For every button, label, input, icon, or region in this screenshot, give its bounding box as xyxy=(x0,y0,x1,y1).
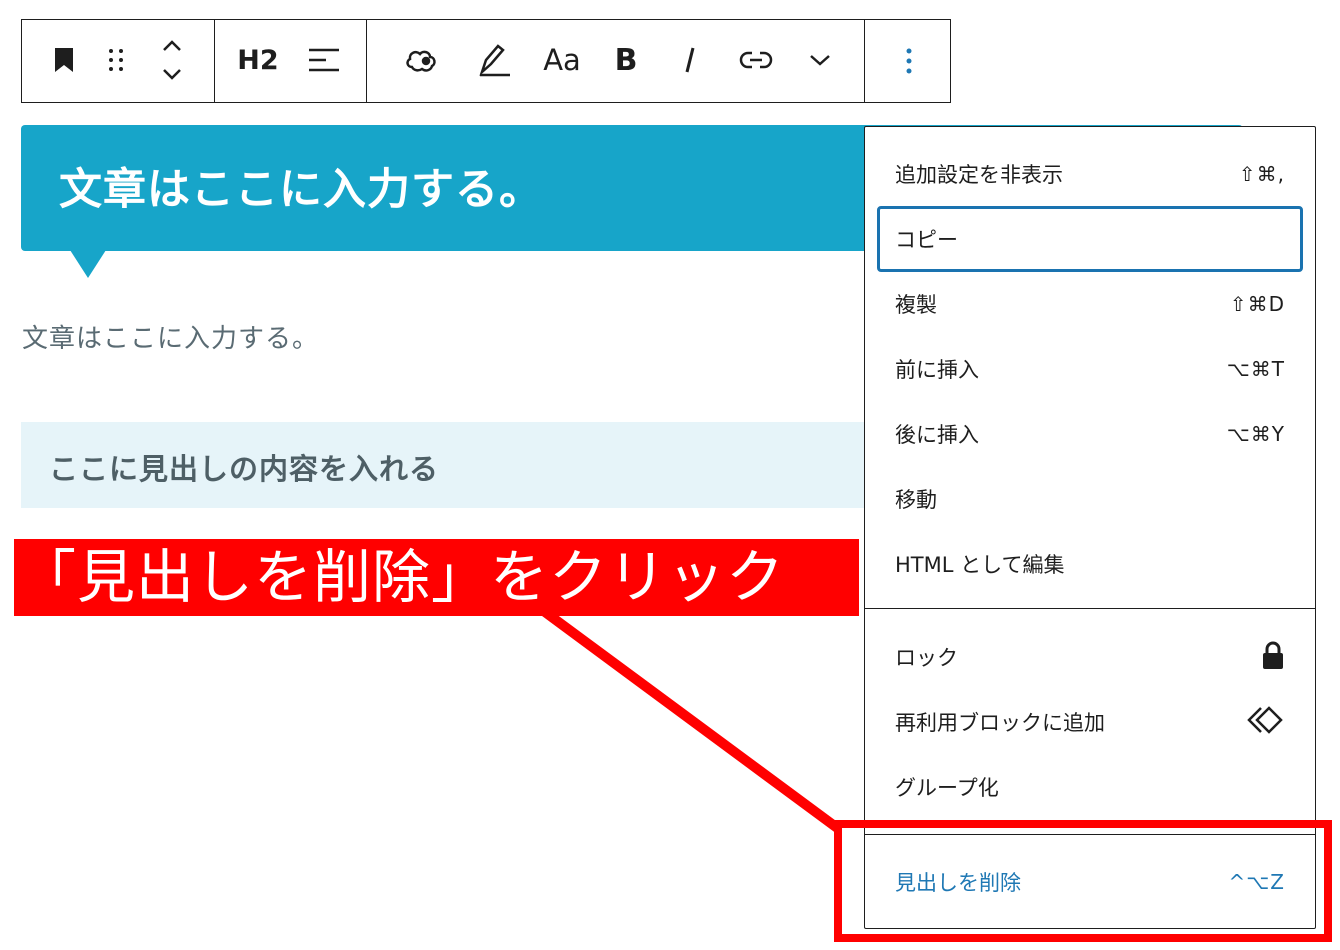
menu-shortcut: ⇧⌘, xyxy=(1238,162,1285,186)
menu-shortcut: ⌥⌘T xyxy=(1226,357,1285,381)
menu-item-copy[interactable]: コピー xyxy=(877,206,1303,272)
menu-item-group[interactable]: グループ化 xyxy=(877,757,1303,817)
menu-shortcut: ⇧⌘D xyxy=(1229,292,1285,316)
menu-item-label: HTML として編集 xyxy=(895,553,1065,577)
menu-item-edit-html[interactable]: HTML として編集 xyxy=(877,534,1303,594)
menu-item-hide-settings[interactable]: 追加設定を非表示 ⇧⌘, xyxy=(877,144,1303,204)
menu-item-add-reusable[interactable]: 再利用ブロックに追加 xyxy=(877,692,1303,752)
menu-item-label: 再利用ブロックに追加 xyxy=(895,711,1105,735)
menu-item-lock[interactable]: ロック xyxy=(877,627,1303,687)
menu-item-label: 後に挿入 xyxy=(895,423,979,447)
highlight-box xyxy=(834,820,1332,942)
lock-icon xyxy=(1261,640,1285,675)
menu-shortcut: ⌥⌘Y xyxy=(1226,422,1285,446)
menu-item-label: 複製 xyxy=(895,293,937,317)
menu-item-insert-after[interactable]: 後に挿入 ⌥⌘Y xyxy=(877,404,1303,464)
menu-item-duplicate[interactable]: 複製 ⇧⌘D xyxy=(877,274,1303,334)
menu-item-label: 前に挿入 xyxy=(895,358,979,382)
menu-divider xyxy=(865,608,1315,609)
reusable-block-icon xyxy=(1247,705,1285,740)
menu-item-label: 追加設定を非表示 xyxy=(895,163,1063,187)
block-options-menu: 追加設定を非表示 ⇧⌘, コピー 複製 ⇧⌘D 前に挿入 ⌥⌘T 後に挿入 ⌥⌘… xyxy=(864,126,1316,929)
menu-item-label: コピー xyxy=(895,228,958,252)
menu-item-label: グループ化 xyxy=(895,776,999,800)
menu-item-move[interactable]: 移動 xyxy=(877,469,1303,529)
menu-item-label: 移動 xyxy=(895,488,937,512)
menu-item-insert-before[interactable]: 前に挿入 ⌥⌘T xyxy=(877,339,1303,399)
menu-item-label: ロック xyxy=(895,646,958,670)
